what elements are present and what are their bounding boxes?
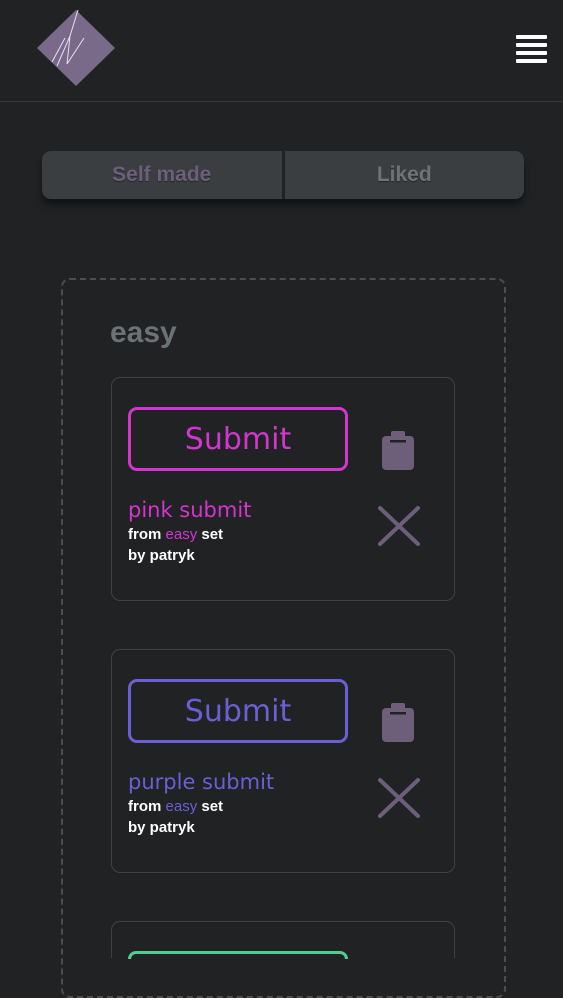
button-name: pink submit xyxy=(128,498,252,522)
tab-self-made[interactable]: Self made xyxy=(42,151,285,199)
set-label: set xyxy=(201,526,224,543)
button-card: Submit purple submit from easy set by pa… xyxy=(111,649,455,873)
author-line: by patryk xyxy=(128,819,195,836)
set-link[interactable]: easy xyxy=(166,798,198,815)
set-reference: from easy set xyxy=(128,798,223,815)
button-card: Submit pink submit from easy set by patr… xyxy=(111,377,455,601)
from-label: from xyxy=(128,798,162,815)
diamond-logo[interactable] xyxy=(36,8,118,88)
author-line: by patryk xyxy=(128,547,195,564)
clipboard-icon[interactable] xyxy=(380,702,416,744)
preview-submit-button[interactable]: Submit xyxy=(128,407,348,471)
button-card xyxy=(111,921,455,959)
button-name: purple submit xyxy=(128,770,275,794)
tabs: Self made Liked xyxy=(42,151,524,199)
preview-submit-button[interactable]: Submit xyxy=(128,679,348,743)
from-label: from xyxy=(128,526,162,543)
set-title: easy xyxy=(110,316,177,349)
header xyxy=(0,0,563,102)
tab-liked[interactable]: Liked xyxy=(284,151,524,199)
close-icon[interactable] xyxy=(376,776,422,820)
hamburger-menu-icon[interactable] xyxy=(514,33,548,67)
set-label: set xyxy=(201,798,224,815)
set-link[interactable]: easy xyxy=(166,526,198,543)
set-reference: from easy set xyxy=(128,526,223,543)
clipboard-icon[interactable] xyxy=(380,430,416,472)
close-icon[interactable] xyxy=(376,504,422,548)
